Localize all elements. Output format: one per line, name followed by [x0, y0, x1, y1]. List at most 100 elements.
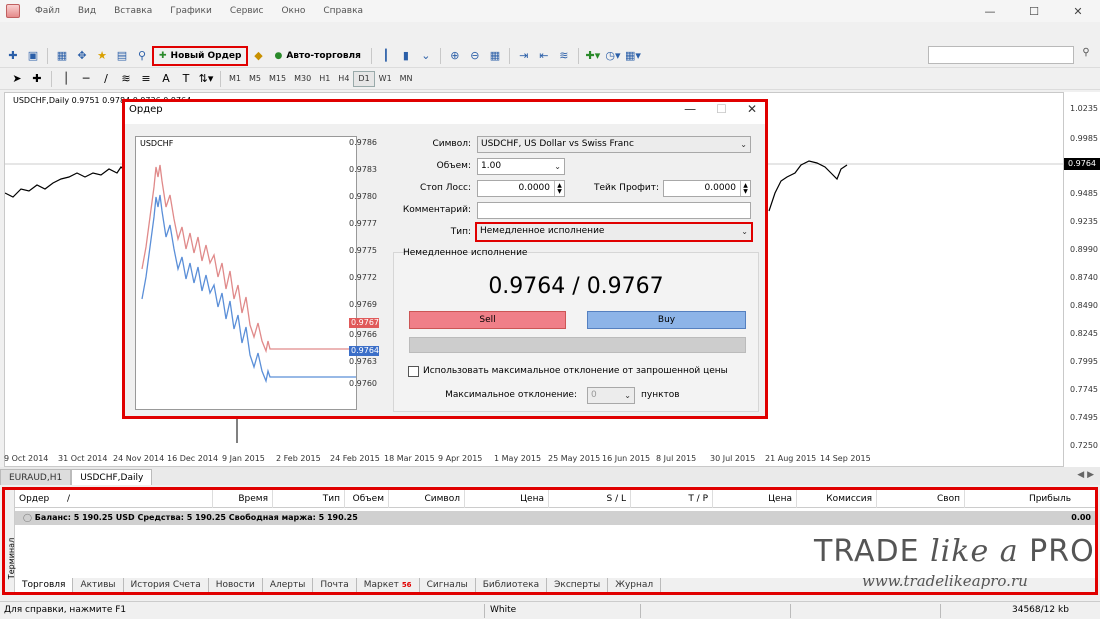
sell-button[interactable]: Sell [409, 311, 566, 329]
col-price[interactable]: Цена [465, 490, 549, 508]
tab-mailbox[interactable]: Почта [313, 578, 357, 592]
col-commission[interactable]: Комиссия [797, 490, 877, 508]
dialog-close-icon[interactable]: ✕ [747, 102, 757, 116]
candles-icon[interactable]: ▮ [397, 47, 415, 65]
buy-button[interactable]: Buy [587, 311, 746, 329]
tab-experts[interactable]: Эксперты [547, 578, 609, 592]
meta-editor-icon[interactable]: ◆ [249, 47, 267, 65]
price-tick: 0.7250 [1070, 441, 1098, 450]
col-tp[interactable]: T / P [631, 490, 713, 508]
templates-icon[interactable]: ▦▾ [624, 47, 642, 65]
tab-history[interactable]: История Счета [124, 578, 209, 592]
balance-icon: ◯ [23, 513, 32, 522]
strategy-tester-icon[interactable]: ⚲ [133, 47, 151, 65]
search-input[interactable] [928, 46, 1074, 64]
dialog-minimize-icon[interactable]: — [684, 102, 696, 116]
tab-exposure[interactable]: Активы [73, 578, 124, 592]
timeframe-w1[interactable]: W1 [375, 71, 396, 87]
vertical-line-icon[interactable]: │ [57, 70, 75, 88]
tab-market[interactable]: Маркет 56 [357, 578, 420, 592]
text-icon[interactable]: A [157, 70, 175, 88]
timeframe-m30[interactable]: M30 [290, 71, 315, 87]
timeframe-h4[interactable]: H4 [334, 71, 353, 87]
col-type[interactable]: Тип [273, 490, 345, 508]
timeframe-m1[interactable]: M1 [225, 71, 245, 87]
col-time[interactable]: Время [213, 490, 273, 508]
menu-charts[interactable]: Графики [161, 6, 221, 16]
tab-news[interactable]: Новости [209, 578, 263, 592]
date-tick: 16 Jun 2015 [602, 454, 651, 463]
navigator-icon[interactable]: ★ [93, 47, 111, 65]
text-label-icon[interactable]: T [177, 70, 195, 88]
data-window-icon[interactable]: ✥ [73, 47, 91, 65]
col-order[interactable]: Ордер [15, 490, 63, 508]
spinner-icon[interactable]: ▲ ▼ [554, 181, 564, 196]
col-price-current[interactable]: Цена [713, 490, 797, 508]
col-sl[interactable]: S / L [549, 490, 631, 508]
max-deviation-select[interactable]: 0 ⌄ [587, 387, 635, 404]
chart-shift-icon[interactable]: ⇤ [535, 47, 553, 65]
timeframe-m5[interactable]: M5 [245, 71, 265, 87]
search-icon[interactable]: ⚲ [1078, 47, 1094, 63]
col-volume[interactable]: Объем [345, 490, 389, 508]
col-profit[interactable]: Прибыль [965, 490, 1075, 508]
indicators-list-icon[interactable]: ✚▾ [584, 47, 602, 65]
timeframe-d1[interactable]: D1 [353, 70, 375, 87]
type-select[interactable]: Немедленное исполнение ⌄ [475, 222, 753, 242]
menu-window[interactable]: Окно [272, 6, 314, 16]
new-chart-icon[interactable]: ✚ [4, 47, 22, 65]
menu-tools[interactable]: Сервис [221, 6, 273, 16]
trendline-icon[interactable]: ∕ [97, 70, 115, 88]
crosshair-icon[interactable]: ✚ [28, 70, 46, 88]
timeframe-h1[interactable]: H1 [315, 71, 334, 87]
horizontal-line-icon[interactable]: ─ [77, 70, 95, 88]
balance-row[interactable]: ◯ Баланс: 5 190.25 USD Средства: 5 190.2… [15, 511, 1095, 525]
arrows-icon[interactable]: ⇅▾ [197, 70, 215, 88]
col-symbol[interactable]: Символ [389, 490, 465, 508]
cursor-icon[interactable]: ➤ [8, 70, 26, 88]
timeframe-mn[interactable]: MN [396, 71, 417, 87]
tab-alerts[interactable]: Алерты [263, 578, 314, 592]
tab-library[interactable]: Библиотека [476, 578, 548, 592]
profiles-icon[interactable]: ▣ [24, 47, 42, 65]
tab-scroll-icon[interactable]: ◀ ▶ [1077, 470, 1094, 480]
zoom-out-icon[interactable]: ⊖ [466, 47, 484, 65]
bar-chart-icon[interactable]: ┃ [377, 47, 395, 65]
tab-euraud[interactable]: EURAUD,H1 [0, 469, 72, 485]
terminal-icon[interactable]: ▤ [113, 47, 131, 65]
spinner-icon[interactable]: ▲ ▼ [740, 181, 750, 196]
tile-windows-icon[interactable]: ▦ [486, 47, 504, 65]
tab-trade[interactable]: Торговля [15, 578, 74, 592]
menu-view[interactable]: Вид [69, 6, 105, 16]
take-profit-input[interactable]: 0.0000 ▲ ▼ [663, 180, 751, 197]
fibonacci-icon[interactable]: ≡ [137, 70, 155, 88]
periods-icon[interactable]: ◷▾ [604, 47, 622, 65]
autoscroll-icon[interactable]: ⇥ [515, 47, 533, 65]
auto-trading-button[interactable]: ● Авто-торговля [268, 46, 366, 66]
stop-loss-input[interactable]: 0.0000 ▲ ▼ [477, 180, 565, 197]
symbol-select[interactable]: USDCHF, US Dollar vs Swiss Franc ⌄ [477, 136, 751, 153]
tab-journal[interactable]: Журнал [608, 578, 662, 592]
timeframe-m15[interactable]: M15 [265, 71, 290, 87]
new-order-button[interactable]: ✚ Новый Ордер [152, 45, 249, 66]
maximize-icon[interactable]: ☐ [1012, 0, 1056, 22]
dialog-maximize-icon[interactable]: ☐ [716, 102, 727, 116]
menu-insert[interactable]: Вставка [105, 6, 161, 16]
col-swap[interactable]: Своп [877, 490, 965, 508]
tab-signals[interactable]: Сигналы [420, 578, 476, 592]
menu-file[interactable]: Файл [26, 6, 69, 16]
market-watch-icon[interactable]: ▦ [53, 47, 71, 65]
minimize-icon[interactable]: — [968, 0, 1012, 22]
zoom-in-icon[interactable]: ⊕ [446, 47, 464, 65]
volume-select[interactable]: 1.00 ⌄ [477, 158, 565, 175]
menu-help[interactable]: Справка [314, 6, 372, 16]
comment-input[interactable] [477, 202, 751, 219]
line-chart-icon[interactable]: ⌄ [417, 47, 435, 65]
channel-icon[interactable]: ≋ [117, 70, 135, 88]
balance-profit: 0.00 [1071, 513, 1091, 522]
max-deviation-checkbox[interactable] [408, 366, 419, 377]
col-sort[interactable]: / [63, 490, 213, 508]
tab-usdchf[interactable]: USDCHF,Daily [71, 469, 153, 485]
close-icon[interactable]: ✕ [1056, 0, 1100, 22]
indicators-icon[interactable]: ≋ [555, 47, 573, 65]
